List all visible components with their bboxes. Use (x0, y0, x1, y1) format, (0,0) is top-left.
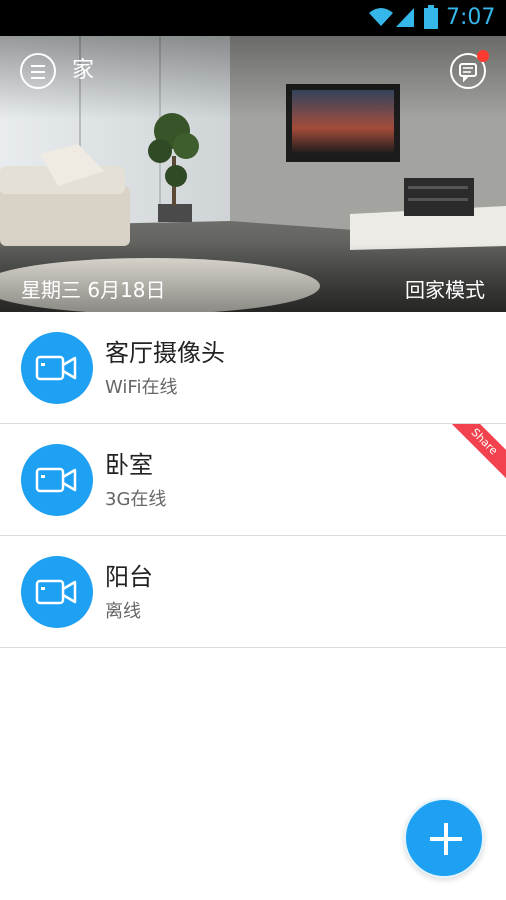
share-badge: Share (441, 424, 506, 485)
app-screen: 7:07 家 星期三 6月18日 回家模式 客厅摄像头 WiFi在线 卧室 3G… (0, 0, 506, 900)
current-date: 星期三 6月18日 (21, 278, 166, 302)
device-name: 卧室 (105, 451, 153, 479)
camera-avatar (21, 444, 93, 516)
wifi-icon (369, 8, 393, 26)
home-header: 家 星期三 6月18日 回家模式 (0, 36, 506, 312)
menu-icon (31, 65, 45, 67)
device-item-bedroom[interactable]: 卧室 3G在线 Share (0, 424, 506, 536)
notification-dot (477, 50, 489, 62)
scene-mode-button[interactable]: 回家模式 (405, 276, 485, 304)
camera-avatar (21, 556, 93, 628)
menu-button[interactable] (20, 53, 56, 89)
camera-avatar (21, 332, 93, 404)
device-status: 3G在线 (105, 489, 167, 510)
add-device-button[interactable] (404, 798, 484, 878)
device-list: 客厅摄像头 WiFi在线 卧室 3G在线 Share 阳台 离线 (0, 312, 506, 648)
camera-icon (35, 467, 77, 493)
status-bar: 7:07 (0, 0, 506, 36)
battery-icon (424, 5, 438, 29)
signal-icon (396, 8, 414, 27)
device-item-balcony[interactable]: 阳台 离线 (0, 536, 506, 648)
page-title: 家 (72, 58, 95, 83)
device-name: 阳台 (105, 563, 153, 591)
device-name: 客厅摄像头 (105, 339, 225, 367)
camera-icon (35, 355, 77, 381)
camera-icon (35, 579, 77, 605)
device-item-living-room[interactable]: 客厅摄像头 WiFi在线 (0, 312, 506, 424)
device-status: 离线 (105, 601, 141, 622)
device-status: WiFi在线 (105, 377, 178, 398)
status-time: 7:07 (446, 5, 496, 30)
